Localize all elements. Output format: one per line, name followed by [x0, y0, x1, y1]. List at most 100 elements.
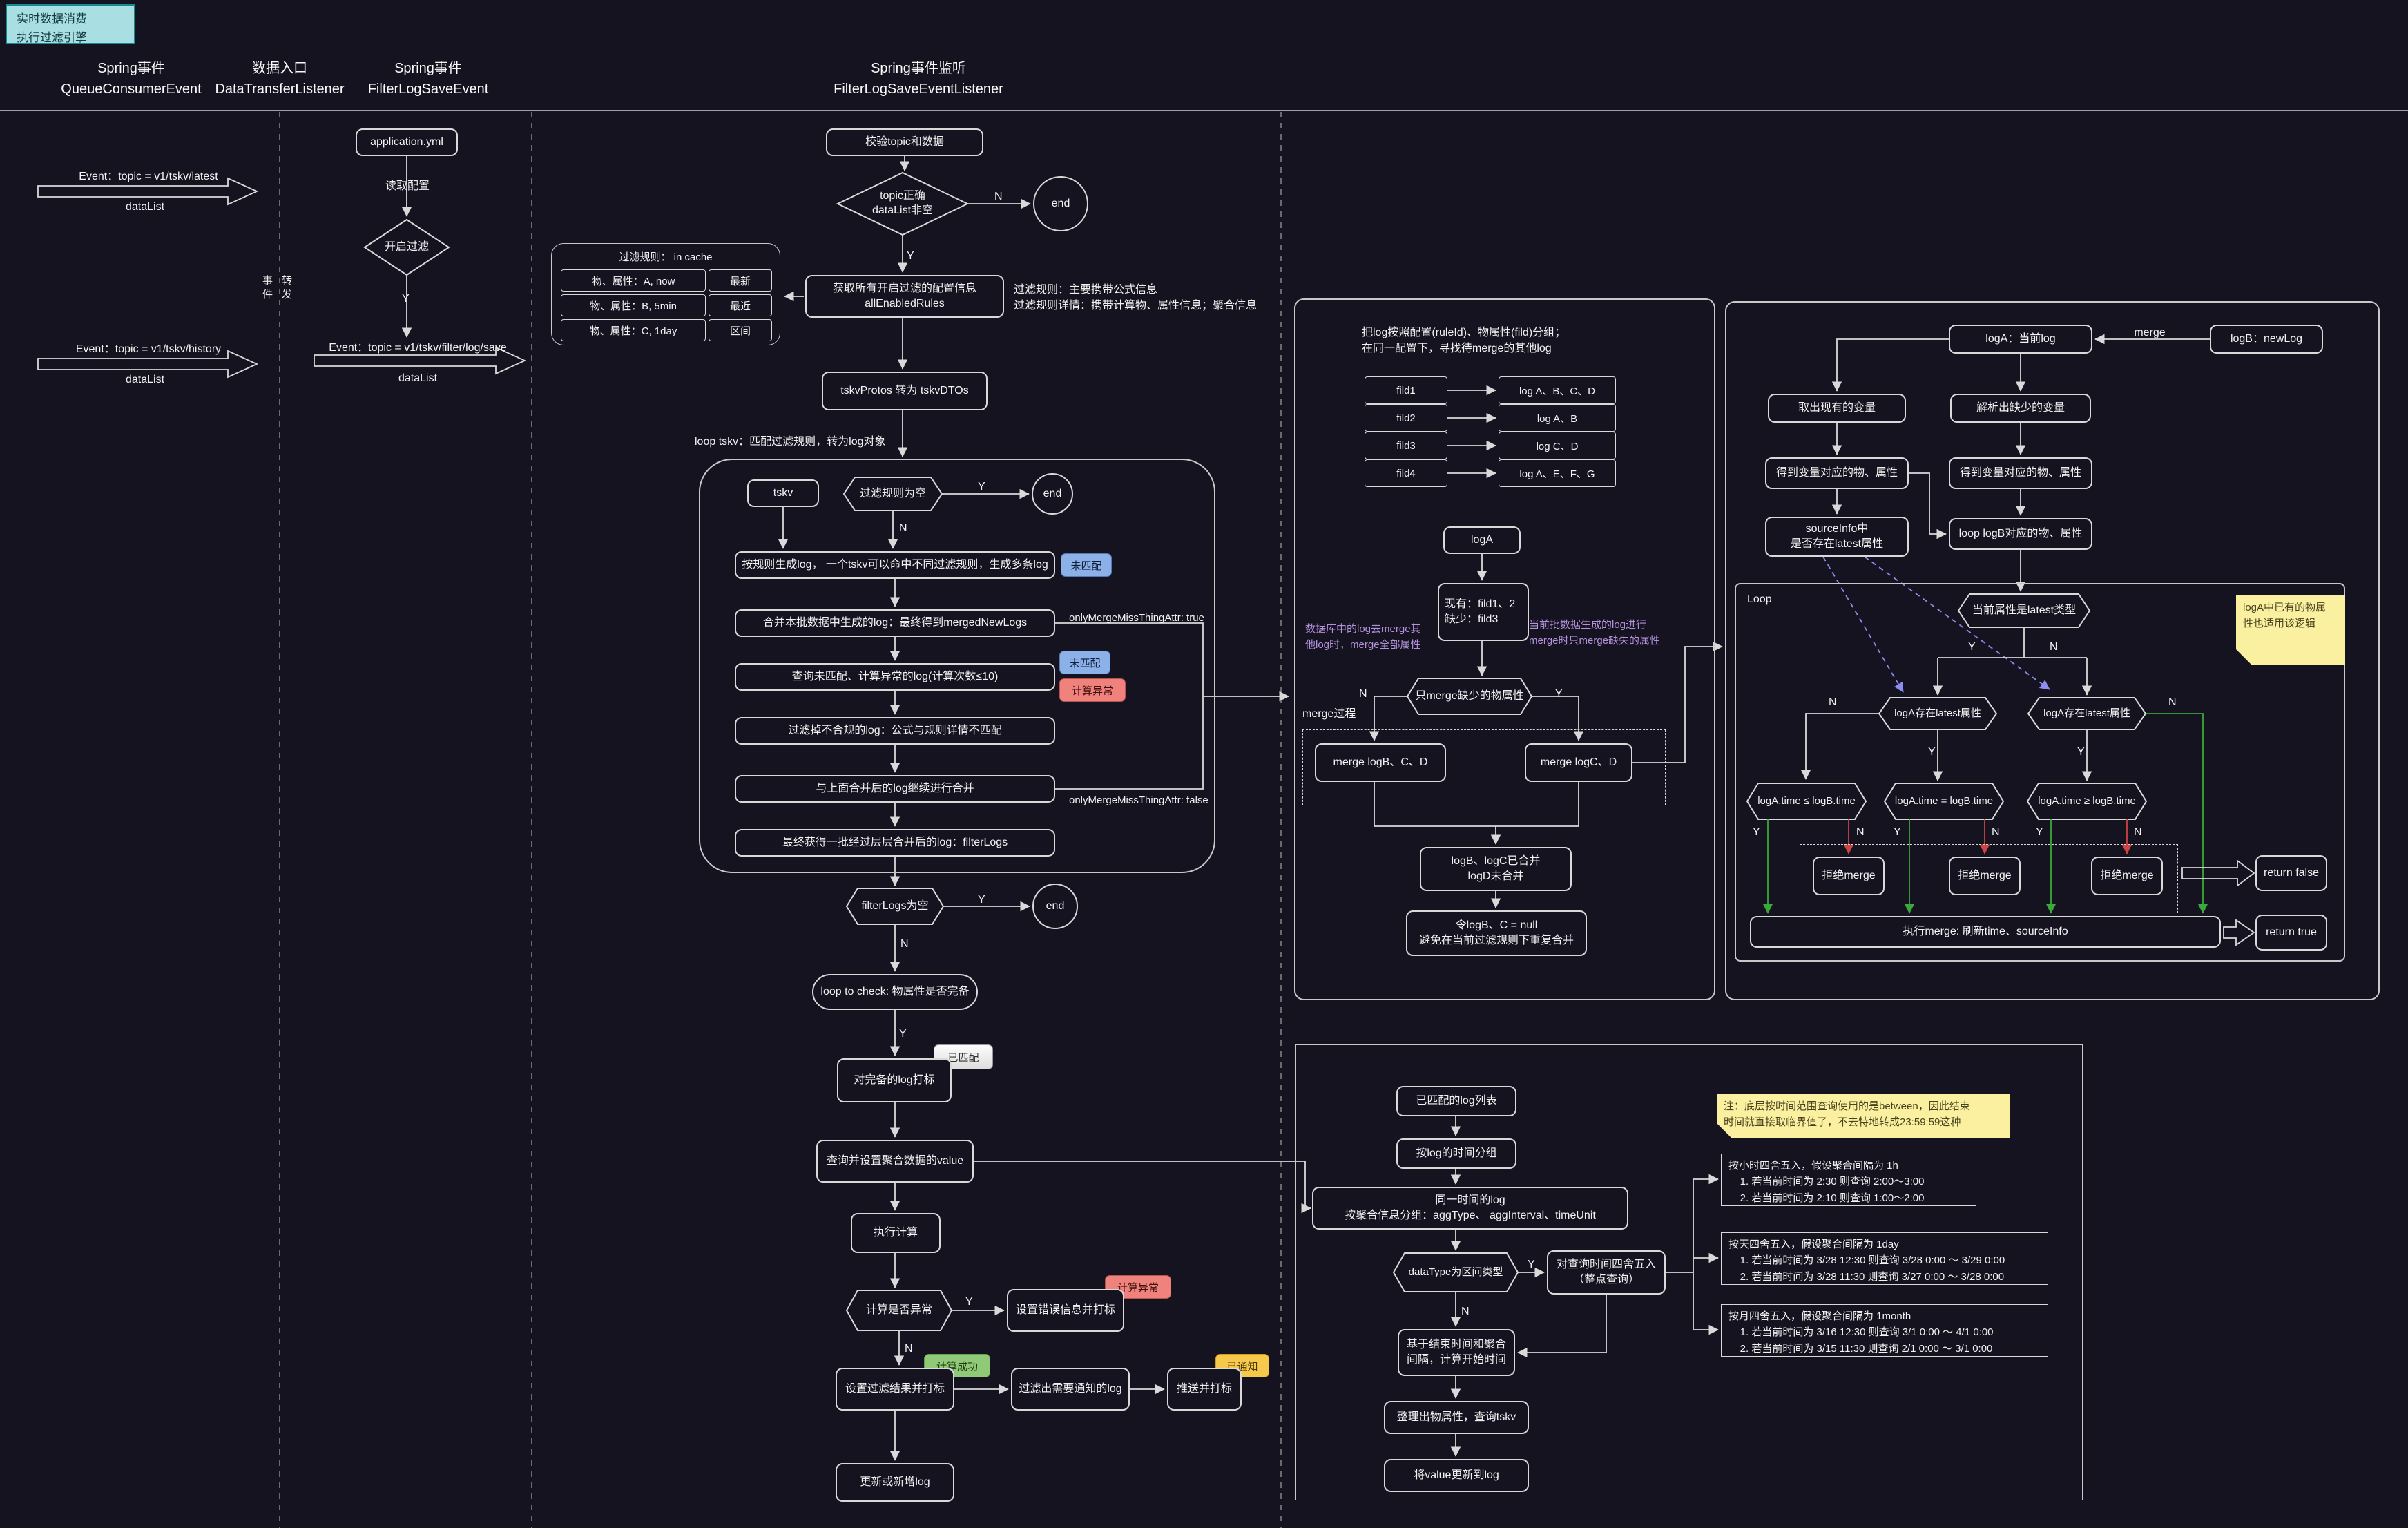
n-label: N — [2168, 696, 2177, 709]
calc-error-decision: 计算是否异常 — [847, 1290, 952, 1330]
parse-missing-node: 解析出缺少的变量 — [1950, 394, 2091, 423]
merge-again-node: 与上面合并后的log继续进行合并 — [735, 775, 1055, 803]
rule-row-type: 区间 — [709, 319, 772, 341]
update-log-node: 更新或新增log — [836, 1463, 954, 1502]
merge-note-right: 当前批数据生成的log进行 merge时只merge缺失的属性 — [1529, 618, 1695, 649]
event2-title: Event：topic = v1/tskv/history — [41, 341, 256, 357]
end-node-1: end — [1033, 176, 1088, 231]
do-merge-node: 执行merge: 刷新time、sourceInfo — [1750, 916, 2221, 948]
end-node-3: end — [1032, 884, 1078, 929]
rule-row-type: 最新 — [709, 269, 772, 292]
round-day-rule: 按天四舍五入，假设聚合间隔为 1day 1. 若当前时间为 3/28 12:30… — [1721, 1232, 2048, 1285]
set-result-node: 设置过滤结果并打标 — [836, 1368, 954, 1411]
end-node-2: end — [1032, 473, 1073, 515]
y-label: Y — [1555, 688, 1563, 700]
loop-check-node: loop to check: 物属性是否完备 — [812, 974, 978, 1010]
n-label: N — [1856, 826, 1865, 839]
group-agg-node: 同一时间的log 按聚合信息分组：aggType、 aggInterval、ti… — [1312, 1187, 1628, 1230]
rule-row-name: 物、属性：C, 1day — [561, 319, 706, 341]
y-label: Y — [978, 481, 985, 493]
lane-label-event: 事件 — [260, 275, 274, 303]
field-cell: fild1 — [1365, 376, 1447, 404]
merged-state-node: logB、logC已合并 logD未合并 — [1420, 847, 1572, 891]
filter-notify-node: 过滤出需要通知的log — [1011, 1368, 1130, 1411]
empty-rule-decision: 过滤规则为空 — [844, 477, 942, 510]
reject-merge-node: 拒绝merge — [1949, 857, 2021, 895]
time-ge-decision: logA.time ≥ logB.time — [2027, 783, 2146, 819]
source-info-node: sourceInfo中 是否存在latest属性 — [1765, 517, 1909, 557]
y-label: Y — [899, 1028, 907, 1040]
log-cell: log A、B、C、D — [1499, 376, 1616, 404]
collect-query-node: 整理出物属性，查询tskv — [1384, 1401, 1529, 1434]
logb-new-node: logB：newLog — [2210, 325, 2323, 354]
n-label: N — [1461, 1306, 1470, 1318]
query-agg-node: 查询并设置聚合数据的value — [816, 1140, 974, 1183]
return-true-node: return true — [2255, 915, 2327, 951]
loop-logb-node: loop logB对应的物、属性 — [1949, 518, 2092, 550]
reject-merge-node: 拒绝merge — [1813, 857, 1885, 895]
diagram-canvas: 实时数据消费 执行过滤引擎 Spring事件 QueueConsumerEven… — [0, 0, 2408, 1528]
lane-label-forward: 转发 — [279, 275, 293, 303]
nullify-node: 令logB、C = null 避免在当前过滤规则下重复合并 — [1406, 910, 1587, 956]
event1-payload: dataList — [41, 199, 249, 215]
filterlogs-empty-decision: filterLogs为空 — [847, 888, 943, 924]
calc-exception-badge: 计算异常 — [1059, 678, 1126, 702]
time-eq-decision: logA.time = logB.time — [1885, 783, 2003, 819]
rules-side-note: 过滤规则：主要携带公式信息 过滤规则详情：携带计算物、属性信息；聚合信息 — [1014, 282, 1304, 314]
event1-title: Event：topic = v1/tskv/latest — [41, 169, 256, 184]
generate-log-node: 按规则生成log， 一个tskv可以命中不同过滤规则，生成多条log — [735, 551, 1055, 579]
n-label: N — [905, 1343, 913, 1355]
group-time-node: 按log的时间分组 — [1396, 1138, 1516, 1169]
y-label: Y — [2036, 826, 2043, 839]
y-label: Y — [907, 250, 914, 262]
unmatched-badge: 未匹配 — [1059, 651, 1110, 674]
log-cell: log A、E、F、G — [1499, 459, 1616, 487]
field-cell: fild2 — [1365, 404, 1447, 432]
header-filter-log-save-event-listener: Spring事件监听 FilterLogSaveEventListener — [794, 58, 1043, 99]
n-label: N — [900, 938, 909, 951]
n-label: N — [1359, 688, 1367, 700]
loga-node: logA — [1443, 526, 1521, 554]
round-month-rule: 按月四舍五入，假设聚合间隔为 1month 1. 若当前时间为 3/16 12:… — [1721, 1304, 2048, 1357]
round-query-node: 对查询时间四舍五入 （整点查询） — [1547, 1250, 1666, 1295]
final-filter-logs-node: 最终获得一批经过层层合并后的log：filterLogs — [735, 829, 1055, 857]
y-label: Y — [1753, 826, 1760, 839]
y-label: Y — [2077, 746, 2085, 758]
only-merge-false-label: onlyMergeMissThingAttr: false — [1069, 793, 1242, 808]
filter-enabled-decision: 开启过滤 — [365, 220, 449, 275]
reject-merge-node: 拒绝merge — [2091, 857, 2163, 895]
n-label: N — [2050, 641, 2058, 653]
only-merge-missing-decision: 只merge缺少的物属性 — [1407, 678, 1532, 714]
a-has-latest-left-decision: logA存在latest属性 — [1879, 698, 1996, 729]
loop-label: Loop — [1747, 591, 1802, 607]
between-sticky-note: 注：底层按时间范围查询使用的是between，因此结束 时间就直接取临界值了，不… — [1717, 1094, 2010, 1138]
merge-edge-label: merge — [2112, 325, 2188, 341]
log-cell: log A、B — [1499, 404, 1616, 432]
y-label: Y — [1968, 641, 1976, 653]
decision-yes-label: Y — [402, 293, 410, 305]
application-yml-node: application.yml — [356, 128, 458, 156]
n-label: N — [1829, 696, 1837, 709]
loga-state-node: 现有：fild1、2 缺少：fild3 — [1438, 583, 1529, 641]
read-config-label: 读取配置 — [373, 178, 442, 194]
get-enabled-rules-node: 获取所有开启过滤的配置信息 allEnabledRules — [805, 275, 1004, 318]
loop-sticky-note: logA中已有的物属 性也适用该逻辑 — [2236, 595, 2345, 665]
validate-topic-node: 校验topic和数据 — [826, 128, 983, 156]
rule-row-type: 最近 — [709, 294, 772, 316]
event3-title: Event：topic = v1/tskv/filter/log/save — [304, 340, 532, 356]
n-label: N — [994, 191, 1003, 203]
calc-node: 执行计算 — [851, 1213, 941, 1253]
n-label: N — [2134, 826, 2142, 839]
merge-group-title: 把log按照配置(ruleId)、物属性(fild)分组； 在同一配置下，寻找待… — [1362, 325, 1707, 356]
n-label: N — [1992, 826, 2000, 839]
y-label: Y — [965, 1296, 973, 1308]
a-has-latest-right-decision: logA存在latest属性 — [2028, 698, 2146, 729]
rule-row-name: 物、属性：B, 5min — [561, 294, 706, 316]
tskv-node: tskv — [747, 479, 819, 507]
merge-all-node: merge logB、C、D — [1315, 743, 1446, 782]
matched-list-node: 已匹配的log列表 — [1396, 1086, 1516, 1116]
only-merge-true-label: onlyMergeMissThingAttr: true — [1069, 611, 1235, 626]
merge-batch-node: 合并本批数据中生成的log：最终得到mergedNewLogs — [735, 609, 1055, 637]
n-label: N — [899, 522, 907, 535]
y-label: Y — [1928, 746, 1936, 758]
